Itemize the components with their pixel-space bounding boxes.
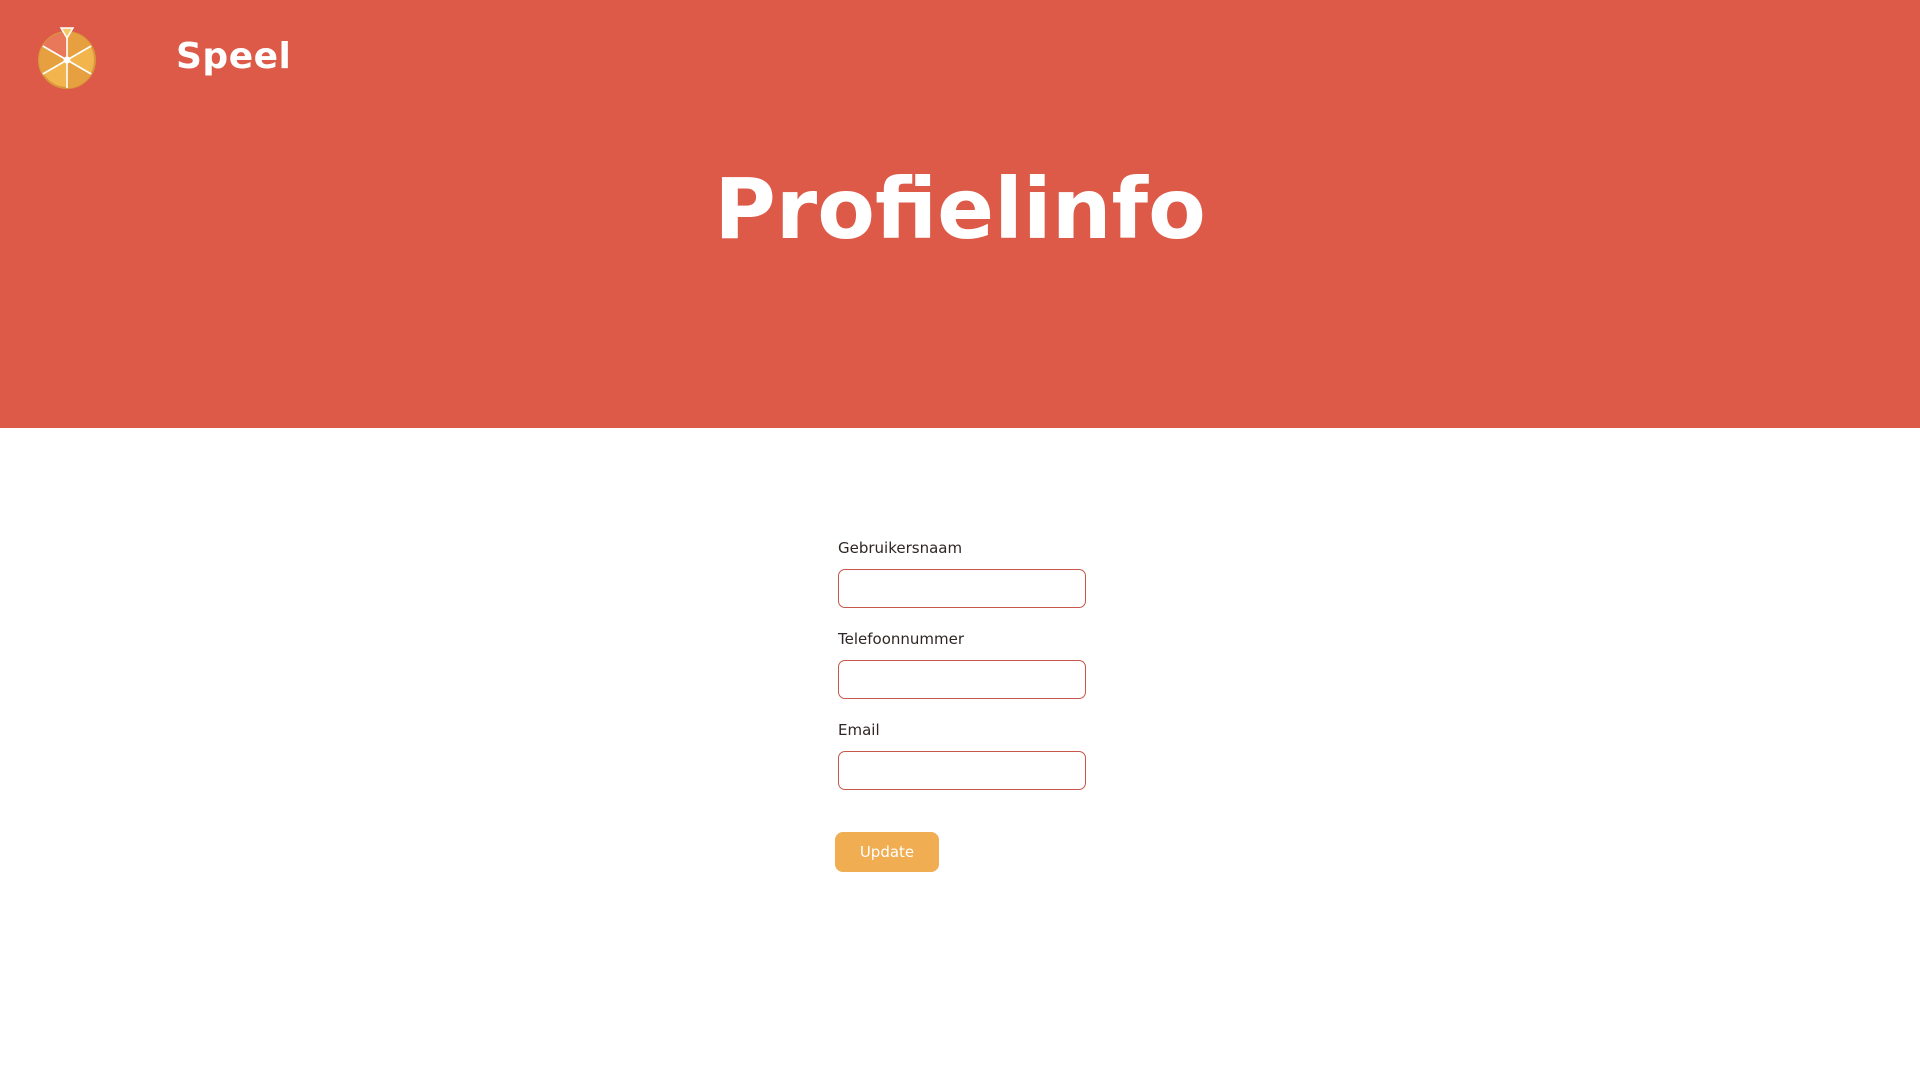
email-input[interactable] xyxy=(838,751,1086,790)
page-title: Profielinfo xyxy=(714,160,1206,258)
hero-banner: Speel Profielinfo xyxy=(0,0,1920,428)
update-button[interactable]: Update xyxy=(835,832,939,872)
email-label: Email xyxy=(838,721,880,739)
prize-wheel-icon[interactable] xyxy=(37,27,97,89)
username-label: Gebruikersnaam xyxy=(838,539,963,557)
phone-label: Telefoonnummer xyxy=(838,630,965,648)
phone-input[interactable] xyxy=(838,660,1086,699)
profile-form: Gebruikersnaam Telefoonnummer Email xyxy=(838,538,1088,811)
username-input[interactable] xyxy=(838,569,1086,608)
brand-link[interactable]: Speel xyxy=(176,36,291,77)
